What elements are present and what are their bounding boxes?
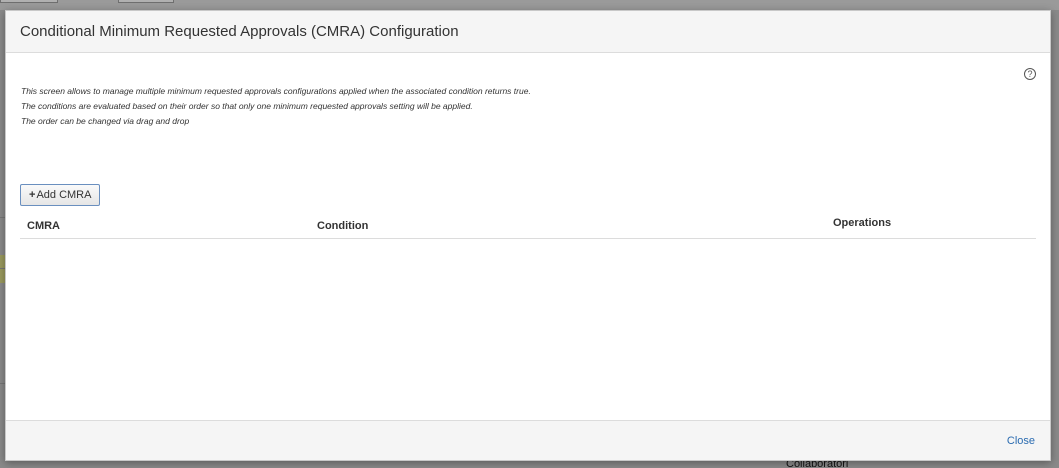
add-cmra-button[interactable]: + Add CMRA: [20, 184, 101, 206]
close-button[interactable]: Close: [1007, 435, 1035, 447]
dialog-header: Conditional Minimum Requested Approvals …: [6, 11, 1050, 53]
dialog-footer: Close: [6, 420, 1050, 460]
add-cmra-label: Add CMRA: [36, 189, 92, 201]
dialog-body: ? This screen allows to manage multiple …: [6, 53, 1050, 420]
description-line: The order can be changed via drag and dr…: [21, 116, 190, 126]
background-button: [118, 0, 174, 3]
description: This screen allows to manage multiple mi…: [21, 84, 531, 129]
plus-icon: +: [29, 189, 36, 201]
column-header-cmra: CMRA: [27, 220, 60, 232]
column-header-operations: Operations: [833, 217, 892, 229]
description-line: This screen allows to manage multiple mi…: [21, 86, 531, 96]
cmra-table-header: CMRA Condition Operations: [20, 213, 1036, 239]
dialog-title: Conditional Minimum Requested Approvals …: [20, 23, 459, 40]
column-header-condition: Condition: [317, 220, 369, 232]
question-circle-icon[interactable]: ?: [1024, 68, 1036, 80]
cmra-config-dialog: Conditional Minimum Requested Approvals …: [5, 10, 1051, 461]
description-line: The conditions are evaluated based on th…: [21, 101, 473, 111]
background-button: [0, 0, 58, 3]
